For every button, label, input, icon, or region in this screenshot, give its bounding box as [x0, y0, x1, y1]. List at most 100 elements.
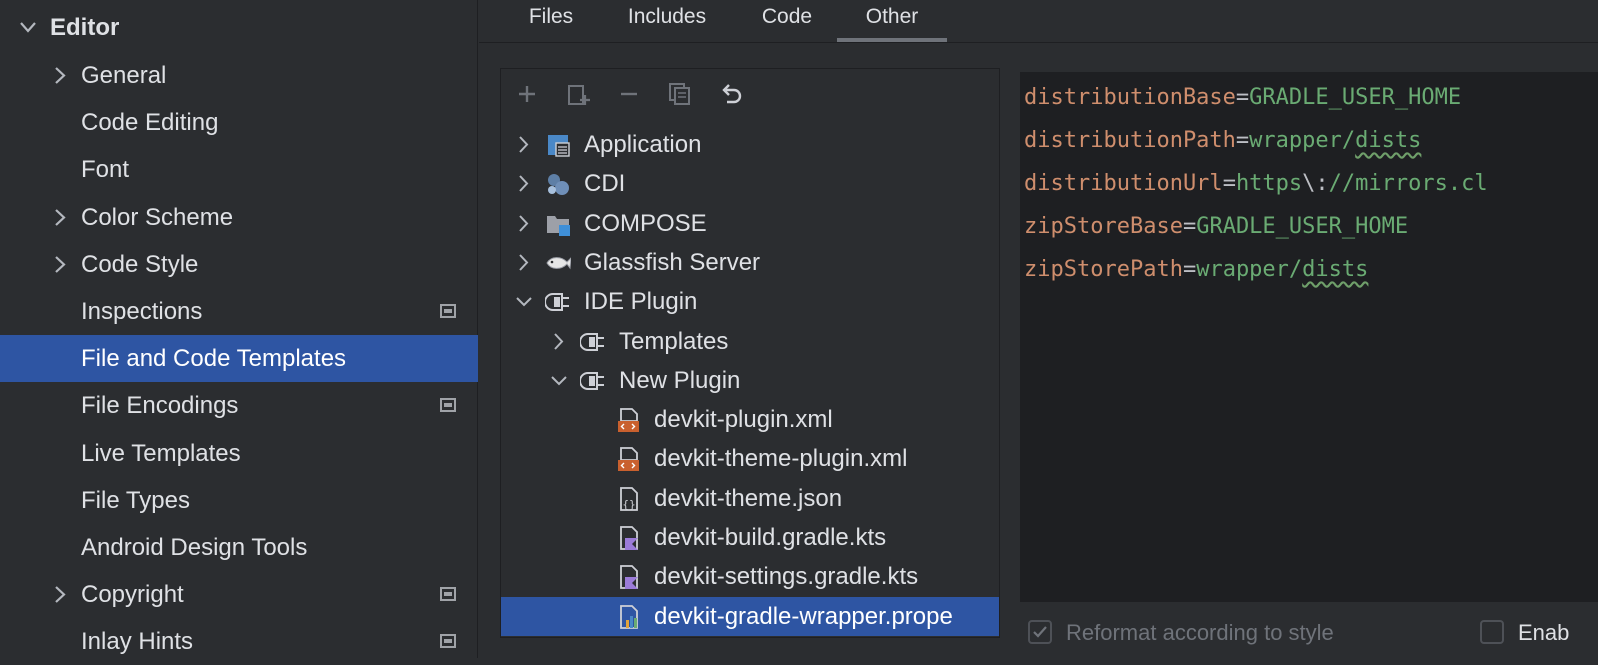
add-icon[interactable]: [514, 81, 540, 107]
equals-sign: =: [1235, 128, 1250, 153]
tree-node-new-plugin[interactable]: New Plugin: [501, 361, 999, 400]
sidebar-item-inspections[interactable]: Inspections: [0, 288, 478, 335]
chevron-right-icon[interactable]: [515, 204, 533, 243]
sidebar-item-label: File Encodings: [81, 392, 239, 420]
sidebar-item-color-scheme[interactable]: Color Scheme: [0, 194, 478, 241]
chevron-right-icon[interactable]: [515, 243, 533, 282]
sidebar-item-file-types[interactable]: File Types: [0, 477, 478, 524]
sidebar-item-copyright[interactable]: Copyright: [0, 571, 478, 618]
tree-node-label: devkit-build.gradle.kts: [654, 524, 887, 551]
chevron-right-icon: [55, 255, 66, 273]
project-level-icon: [440, 587, 456, 602]
property-key: distributionUrl: [1024, 171, 1223, 196]
plugin-icon: [580, 371, 604, 390]
property-value: GRADLE_USER_HOME: [1249, 85, 1462, 110]
cdi-icon: [548, 174, 569, 196]
glassfish-icon: [546, 257, 571, 270]
tree-node-application[interactable]: Application: [501, 125, 999, 164]
project-level-icon: [440, 304, 456, 318]
sidebar-item-code-style[interactable]: Code Style: [0, 241, 478, 288]
settings-sidebar: Editor General Code Editing Font Color Sche…: [0, 0, 478, 658]
equals-sign: =: [1235, 85, 1250, 110]
tab-files[interactable]: Files: [503, 0, 599, 42]
xml-file-icon: [618, 447, 639, 472]
chevron-right-icon: [55, 586, 66, 603]
sidebar-item-android-design-tools[interactable]: Android Design Tools: [0, 524, 478, 571]
tree-node-label: CDI: [584, 170, 626, 198]
reformat-checkbox[interactable]: [1028, 620, 1052, 644]
chevron-down-icon[interactable]: [515, 282, 533, 321]
sidebar-item-label: Live Templates: [81, 439, 241, 467]
property-value: wrapper/: [1249, 128, 1356, 153]
tree-node-templates[interactable]: Templates: [501, 322, 999, 361]
sidebar-item-label: Code Style: [81, 250, 199, 278]
sidebar-item-label: File and Code Templates: [81, 345, 347, 373]
sidebar-item-general[interactable]: General: [0, 52, 478, 99]
sidebar-item-font[interactable]: Font: [0, 146, 478, 193]
code-line[interactable]: distributionPath=wrapper/dists: [1024, 120, 1421, 162]
reset-icon[interactable]: [719, 81, 745, 107]
tree-node-compose[interactable]: COMPOSE: [501, 204, 999, 243]
enable-label: Enab: [1518, 620, 1570, 645]
code-line[interactable]: zipStorePath=wrapper/dists: [1024, 249, 1368, 291]
chevron-right-icon: [55, 208, 66, 226]
copy-icon[interactable]: [667, 81, 693, 107]
add-child-icon[interactable]: [566, 81, 592, 107]
enable-checkbox[interactable]: [1480, 620, 1504, 644]
sidebar-item-live-templates[interactable]: Live Templates: [0, 430, 478, 477]
tree-node-label: New Plugin: [619, 366, 741, 394]
code-line[interactable]: zipStoreBase=GRADLE_USER_HOME: [1024, 206, 1408, 248]
tree-node-label: Templates: [619, 327, 729, 355]
tab-includes[interactable]: Includes: [603, 0, 731, 42]
template-code-editor[interactable]: distributionBase=GRADLE_USER_HOME distrib…: [1020, 72, 1598, 602]
template-options: Reformat according to style Enab: [1020, 610, 1598, 658]
checkmark-icon: [1033, 626, 1047, 638]
kotlin-file-icon: [620, 565, 638, 590]
sidebar-item-file-encodings[interactable]: File Encodings: [0, 382, 478, 429]
tree-node-label: Glassfish Server: [584, 248, 761, 276]
sidebar-item-inlay-hints[interactable]: Inlay Hints: [0, 618, 478, 665]
template-tree-panel: Application CDI COMPOSE Glassfish Server IDE…: [500, 68, 1000, 638]
chevron-right-icon: [55, 67, 66, 84]
sidebar-item-label: Copyright: [81, 581, 184, 609]
code-line[interactable]: distributionUrl=https\://mirrors.cl: [1024, 163, 1488, 205]
tree-node-devkit-build-gradle-kts[interactable]: devkit-build.gradle.kts: [501, 518, 999, 557]
sidebar-item-label: Android Design Tools: [81, 534, 308, 561]
chevron-right-icon[interactable]: [515, 164, 533, 203]
property-key: distributionBase: [1024, 85, 1236, 110]
tree-node-devkit-plugin-xml[interactable]: devkit-plugin.xml: [501, 400, 999, 439]
tree-node-ide-plugin[interactable]: IDE Plugin: [501, 282, 999, 321]
tree-toolbar: [501, 69, 999, 119]
sidebar-header-label: Editor: [50, 14, 120, 41]
sidebar-item-file-and-code-templates[interactable]: File and Code Templates: [0, 335, 478, 383]
property-value: wrapper/: [1196, 257, 1303, 282]
tree-node-label: devkit-plugin.xml: [654, 406, 833, 434]
tree-node-devkit-theme-plugin-xml[interactable]: devkit-theme-plugin.xml: [501, 439, 999, 478]
chevron-right-icon[interactable]: [515, 125, 533, 164]
equals-sign: =: [1182, 257, 1197, 282]
sidebar-item-label: Font: [81, 156, 130, 184]
sidebar-item-code-editing[interactable]: Code Editing: [0, 99, 478, 146]
remove-icon[interactable]: [616, 81, 642, 107]
tree-node-devkit-settings-gradle-kts[interactable]: devkit-settings.gradle.kts: [501, 557, 999, 596]
svg-text:{}: {}: [622, 498, 635, 511]
project-level-icon: [440, 634, 456, 649]
chevron-right-icon[interactable]: [550, 322, 568, 361]
plugin-icon: [580, 332, 604, 351]
chevron-down-icon[interactable]: [550, 361, 568, 400]
tree-node-devkit-gradle-wrapper-prope[interactable]: devkit-gradle-wrapper.prope: [501, 596, 999, 636]
tree-node-cdi[interactable]: CDI: [501, 164, 999, 203]
tab-other[interactable]: Other: [837, 0, 947, 42]
sidebar-item-label: Inspections: [81, 298, 203, 325]
plugin-icon: [545, 293, 569, 312]
tab-code[interactable]: Code: [743, 0, 831, 42]
tree-node-label: Application: [584, 131, 702, 158]
property-key: distributionPath: [1024, 128, 1236, 153]
code-line[interactable]: distributionBase=GRADLE_USER_HOME: [1024, 77, 1461, 119]
tree-node-glassfish-server[interactable]: Glassfish Server: [501, 243, 999, 282]
application-icon: [548, 135, 570, 157]
tree-node-devkit-theme-json[interactable]: {} devkit-theme.json: [501, 479, 999, 518]
tree-node-label: devkit-theme.json: [654, 484, 843, 512]
property-value: https: [1235, 171, 1303, 196]
chevron-down-icon: [20, 22, 36, 33]
